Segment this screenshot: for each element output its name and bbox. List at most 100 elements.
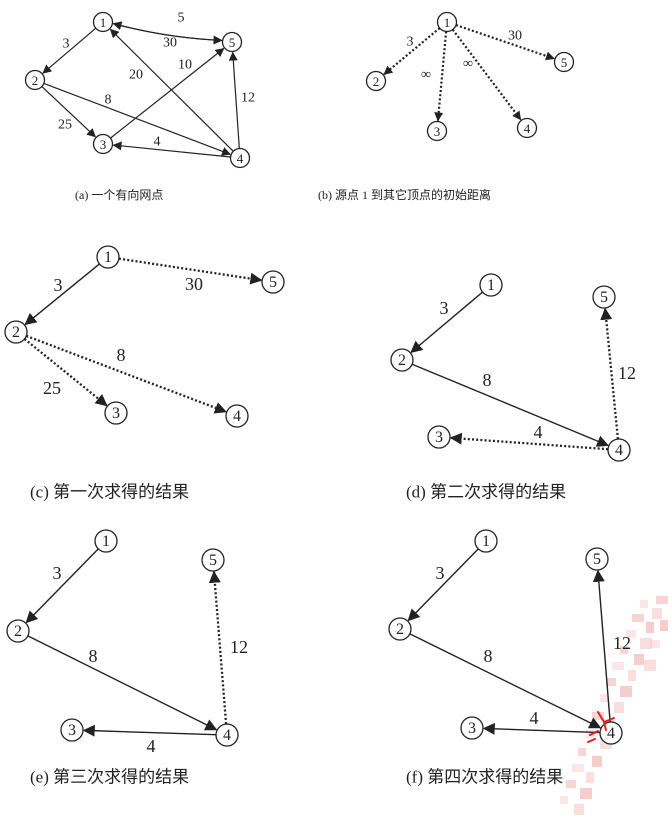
vertex-1: 1 (94, 529, 118, 553)
vertex-5: 5 (585, 547, 609, 571)
edge-4-3 (82, 724, 217, 737)
edge-weight-label: 10 (178, 58, 192, 73)
edge-weight-label: 4 (530, 708, 539, 728)
edge-weight-label: 8 (117, 345, 126, 365)
vertex-label: 4 (615, 442, 623, 459)
vertex-2: 2 (24, 69, 46, 91)
edge-weight-label: 12 (241, 91, 255, 106)
edge-weight-label: 3 (407, 35, 414, 50)
graph-panel-e: 38412123 45(e) 第三次求得的结果 (6, 529, 248, 787)
vertex-label: 3 (435, 429, 443, 446)
panel-caption: (e) 第三次求得的结果 (30, 768, 189, 787)
graph-panel-f: 38412123 45(f) 第四次求得的结果 (388, 529, 631, 787)
vertex-1: 1 (96, 245, 120, 269)
edge-4-5 (208, 570, 228, 725)
panel-caption: (c) 第一次求得的结果 (30, 483, 189, 502)
edge-4-5 (228, 51, 240, 149)
vertex-1: 1 (92, 11, 114, 33)
vertex-4: 4 (599, 721, 623, 745)
vertex-label: 2 (398, 352, 406, 369)
edge-weight-label: 12 (618, 363, 636, 383)
vertex-label: 4 (524, 121, 531, 136)
edge-weight-label: 25 (43, 378, 61, 398)
vertex-label: 5 (269, 274, 277, 291)
vertex-label: 5 (229, 35, 236, 50)
edge-weight-label: 8 (483, 370, 492, 390)
vertex-label: 2 (12, 324, 20, 341)
vertex-label: 3 (68, 722, 76, 739)
edge-weight-label: 4 (147, 736, 156, 756)
edge-weight-label: 12 (613, 633, 631, 653)
edge-weight-label: 5 (178, 11, 185, 26)
vertex-label: 1 (100, 15, 107, 30)
vertex-3: 3 (92, 133, 114, 155)
edge-weight-label: ∞ (463, 57, 473, 72)
vertex-4: 4 (229, 147, 251, 169)
graph-panel-a: 3530201012825412345(a) 一个有向网点 (24, 11, 255, 202)
edge-weight-label: 3 (63, 37, 70, 52)
vertex-3: 3 (104, 401, 128, 425)
vertex-5: 5 (261, 270, 285, 294)
vertex-1: 1 (474, 529, 498, 553)
vertex-2: 2 (365, 70, 387, 92)
edge-weight-label: 3 (440, 298, 449, 318)
vertex-label: 3 (112, 405, 120, 422)
vertex-5: 5 (201, 548, 225, 572)
vertex-4: 4 (516, 117, 538, 139)
graph-panel-b: 3 ∞ ∞ 30 1 2 3 4 5 (b) 源点 1 到其它顶点的初始距离 (318, 11, 575, 202)
vertex-label: 5 (593, 551, 601, 568)
vertex-label: 4 (237, 151, 244, 166)
edge-weight-label: 20 (129, 68, 143, 83)
edge-weight-label: 30 (163, 36, 177, 51)
panel-caption: (b) 源点 1 到其它顶点的初始距离 (318, 187, 491, 202)
vertex-2: 2 (4, 320, 28, 344)
edge-weight-label: 3 (436, 563, 445, 583)
vertex-label: 1 (104, 249, 112, 266)
vertex-2: 2 (390, 348, 414, 372)
vertex-5: 5 (592, 285, 616, 309)
graph-panel-c: 3 30 8 25 1 2 3 4 5 (c) 第一次求得的结果 (4, 245, 285, 502)
edge-weight-label: 8 (105, 93, 112, 108)
panel-caption: (a) 一个有向网点 (75, 187, 163, 202)
edge-weight-label: 3 (53, 563, 62, 583)
vertex-4: 4 (607, 438, 631, 462)
edge-1-2 (407, 548, 479, 622)
edge-4-3 (449, 432, 609, 451)
vertex-label: 2 (396, 621, 404, 638)
vertex-4: 4 (225, 404, 249, 428)
vertex-1: 1 (479, 273, 503, 297)
vertex-label: 3 (468, 720, 476, 737)
vertex-label: 5 (209, 552, 217, 569)
edge-weight-label: ∞ (421, 68, 431, 83)
edge-weight-label: 8 (484, 646, 493, 666)
edge-weight-label: 8 (89, 646, 98, 666)
edge-1-3 (434, 31, 448, 122)
vertex-label: 2 (373, 74, 380, 89)
vertex-label: 3 (100, 137, 107, 152)
edge-weight-label: 4 (154, 135, 161, 150)
vertex-3: 3 (60, 718, 84, 742)
vertex-label: 3 (434, 124, 441, 139)
vertex-label: 2 (14, 623, 22, 640)
edge-2-4 (25, 334, 227, 414)
vertex-5: 5 (221, 31, 243, 53)
vertex-3: 3 (427, 425, 451, 449)
watermark-pattern (560, 596, 668, 815)
vertex-label: 1 (444, 15, 451, 30)
edge-2-4 (27, 635, 218, 731)
vertex-5: 5 (553, 51, 575, 73)
vertex-3: 3 (460, 716, 484, 740)
edge-weight-label: 12 (230, 637, 248, 657)
vertex-4: 4 (215, 723, 239, 747)
vertex-label: 2 (32, 73, 39, 88)
edge-4-3 (112, 141, 231, 158)
edge-1-2 (25, 548, 99, 624)
panel-caption: (f) 第四次求得的结果 (406, 768, 563, 787)
edge-weight-label: 25 (58, 118, 72, 133)
vertex-label: 4 (607, 725, 615, 742)
vertex-label: 5 (561, 55, 568, 70)
vertex-label: 1 (487, 277, 495, 294)
shortest-path-diagram: 3530201012825412345(a) 一个有向网点3∞∞30123 45(… (4, 11, 668, 815)
vertex-label: 1 (102, 533, 110, 550)
graph-panel-d: 38 12412345(d) 第二次求得的结果 (390, 273, 636, 502)
